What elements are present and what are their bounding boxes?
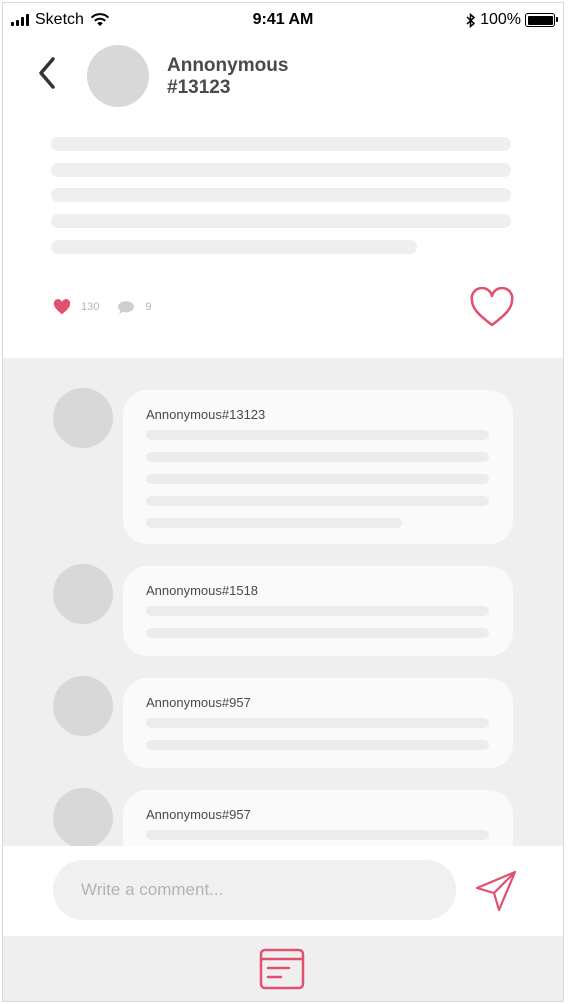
comment-text-line xyxy=(146,430,489,440)
battery-icon xyxy=(525,13,558,27)
comment-bubble[interactable]: Annonymous#1518 xyxy=(123,566,513,656)
author-name-line2: #13123 xyxy=(167,77,231,98)
post-stats: 130 9 xyxy=(53,299,151,315)
comment-text-line xyxy=(146,518,402,528)
feed-button[interactable] xyxy=(259,948,305,990)
signal-icon xyxy=(11,14,29,26)
comment-bubble[interactable]: Annonymous#957 xyxy=(123,790,513,846)
comment-bubble[interactable]: Annonymous#957 xyxy=(123,678,513,768)
post-text-line xyxy=(51,137,511,151)
comment-count: 9 xyxy=(145,301,152,313)
comment-bubble[interactable]: Annonymous#13123 xyxy=(123,390,513,544)
comment-avatar[interactable] xyxy=(53,788,113,846)
comment-author: Annonymous#957 xyxy=(146,807,251,822)
author-name[interactable]: Annonymous #13123 xyxy=(167,55,288,99)
post-text-line xyxy=(51,163,511,177)
wifi-icon xyxy=(90,13,110,26)
comment-input[interactable] xyxy=(53,860,456,920)
comment-text-line xyxy=(146,606,489,616)
comment-text-line xyxy=(146,452,489,462)
status-left: Sketch xyxy=(11,11,211,29)
send-icon xyxy=(475,870,517,912)
comment-author: Annonymous#1518 xyxy=(146,583,259,598)
comment-text-line xyxy=(146,740,489,750)
phone-screen: Sketch 9:41 AM 100% Annonymous #13123 13… xyxy=(2,2,564,1002)
status-bar: Sketch 9:41 AM 100% xyxy=(3,3,563,37)
heart-outline-icon xyxy=(470,286,514,327)
speech-bubble-icon xyxy=(117,300,135,315)
heart-icon xyxy=(53,299,71,315)
comment-text-line xyxy=(146,628,489,638)
feed-icon xyxy=(259,948,305,990)
chevron-left-icon xyxy=(39,57,55,89)
comment-avatar[interactable] xyxy=(53,564,113,624)
comment-input-bar xyxy=(3,846,563,936)
post-text-line xyxy=(51,188,511,202)
author-name-line1: Annonymous xyxy=(167,55,289,76)
post-text-line xyxy=(51,240,417,254)
comment-text-line xyxy=(146,496,489,506)
bottom-nav xyxy=(3,936,563,1001)
status-time: 9:41 AM xyxy=(252,11,314,28)
comments-list[interactable]: Annonymous#13123 Annonymous#1518 Annonym… xyxy=(3,358,563,846)
battery-percent: 100% xyxy=(480,11,521,28)
comment-author: Annonymous#13123 xyxy=(146,407,266,422)
comment-text-line xyxy=(146,474,489,484)
like-count: 130 xyxy=(81,301,100,313)
comment-text-line xyxy=(146,830,489,840)
post-text-line xyxy=(51,214,511,228)
carrier-label: Sketch xyxy=(35,11,84,28)
favorite-button[interactable] xyxy=(469,286,515,329)
comment-avatar[interactable] xyxy=(53,388,113,448)
status-right: 100% xyxy=(355,11,558,29)
comment-avatar[interactable] xyxy=(53,676,113,736)
bluetooth-icon xyxy=(466,12,476,28)
author-avatar[interactable] xyxy=(87,45,149,107)
comment-text-line xyxy=(146,718,489,728)
send-button[interactable] xyxy=(473,868,519,914)
comment-author: Annonymous#957 xyxy=(146,695,251,710)
back-button[interactable] xyxy=(31,51,65,95)
